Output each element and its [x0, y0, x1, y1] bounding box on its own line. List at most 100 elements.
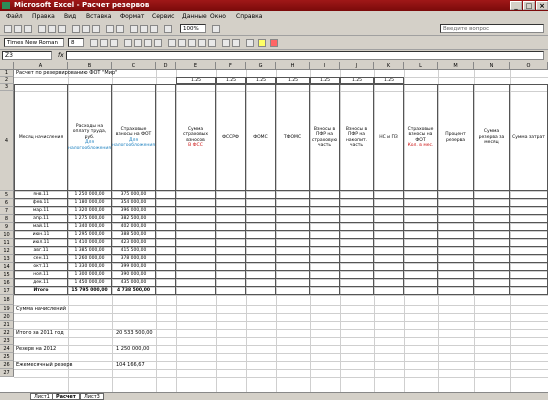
align-center-icon[interactable]: [134, 39, 142, 47]
data-cell[interactable]: [510, 255, 548, 263]
data-cell[interactable]: [246, 247, 276, 255]
menu-help[interactable]: Справка: [236, 13, 262, 20]
data-cell[interactable]: [176, 191, 216, 199]
data-cell[interactable]: [404, 247, 438, 255]
data-cell[interactable]: [340, 255, 374, 263]
column-header[interactable]: O: [510, 62, 548, 70]
percent-icon[interactable]: [178, 39, 186, 47]
data-cell[interactable]: [510, 207, 548, 215]
data-cell[interactable]: [374, 247, 404, 255]
data-cell[interactable]: [216, 215, 246, 223]
row-header[interactable]: 20: [0, 313, 14, 321]
total-cell[interactable]: [374, 287, 404, 295]
column-header[interactable]: E: [176, 62, 216, 70]
data-cell[interactable]: [474, 215, 510, 223]
increase-indent-icon[interactable]: [232, 39, 240, 47]
total-cell[interactable]: [510, 287, 548, 295]
data-cell[interactable]: [374, 231, 404, 239]
decrease-indent-icon[interactable]: [222, 39, 230, 47]
data-cell[interactable]: [310, 279, 340, 287]
row-header[interactable]: 17: [0, 287, 14, 295]
total-cell[interactable]: [216, 287, 246, 295]
data-cell[interactable]: [374, 239, 404, 247]
data-cell[interactable]: [404, 191, 438, 199]
data-cell[interactable]: [276, 207, 310, 215]
data-cell[interactable]: [310, 207, 340, 215]
data-cell[interactable]: [374, 215, 404, 223]
labor-cost-cell[interactable]: 1 330 000,00: [68, 263, 112, 271]
data-cell[interactable]: [156, 231, 176, 239]
month-cell[interactable]: янв.11: [14, 191, 68, 199]
data-cell[interactable]: [374, 199, 404, 207]
sheet-tab-active[interactable]: Расчет: [52, 393, 80, 400]
data-cell[interactable]: [246, 263, 276, 271]
data-cell[interactable]: [310, 239, 340, 247]
total-cell[interactable]: 4 738 500,00: [112, 287, 156, 295]
row-header[interactable]: 18: [0, 295, 14, 305]
total-cell[interactable]: [310, 287, 340, 295]
data-cell[interactable]: [340, 199, 374, 207]
select-all-corner[interactable]: [0, 62, 14, 70]
data-cell[interactable]: [510, 231, 548, 239]
labor-cost-cell[interactable]: 1 295 000,00: [68, 231, 112, 239]
data-cell[interactable]: [176, 255, 216, 263]
data-cell[interactable]: [310, 191, 340, 199]
row-header[interactable]: 9: [0, 223, 14, 231]
labor-cost-cell[interactable]: 1 180 000,00: [68, 199, 112, 207]
month-cell[interactable]: фев.11: [14, 199, 68, 207]
data-cell[interactable]: [474, 271, 510, 279]
column-header[interactable]: H: [276, 62, 310, 70]
data-cell[interactable]: [438, 215, 474, 223]
data-cell[interactable]: [474, 231, 510, 239]
data-cell[interactable]: [216, 279, 246, 287]
data-cell[interactable]: [438, 223, 474, 231]
data-cell[interactable]: [374, 271, 404, 279]
data-cell[interactable]: [216, 223, 246, 231]
insurance-cell[interactable]: 382 500,00: [112, 215, 156, 223]
column-header[interactable]: N: [474, 62, 510, 70]
row-header[interactable]: 7: [0, 207, 14, 215]
data-cell[interactable]: [404, 223, 438, 231]
data-cell[interactable]: [176, 207, 216, 215]
month-cell[interactable]: апр.11: [14, 215, 68, 223]
spellcheck-icon[interactable]: [58, 25, 66, 33]
row-header[interactable]: 15: [0, 271, 14, 279]
data-cell[interactable]: [310, 215, 340, 223]
data-cell[interactable]: [374, 223, 404, 231]
data-cell[interactable]: [510, 247, 548, 255]
data-cell[interactable]: [276, 255, 310, 263]
data-cell[interactable]: [216, 207, 246, 215]
formula-input[interactable]: [66, 51, 544, 60]
column-header[interactable]: C: [112, 62, 156, 70]
total-cell[interactable]: [156, 287, 176, 295]
data-cell[interactable]: [276, 247, 310, 255]
data-cell[interactable]: [156, 215, 176, 223]
insurance-cell[interactable]: 375 000,00: [112, 191, 156, 199]
data-cell[interactable]: [216, 199, 246, 207]
data-cell[interactable]: [246, 191, 276, 199]
sheet-tab-3[interactable]: Лист3: [80, 393, 104, 400]
month-cell[interactable]: июл.11: [14, 239, 68, 247]
data-cell[interactable]: [310, 199, 340, 207]
new-file-icon[interactable]: [4, 25, 12, 33]
font-size-select[interactable]: 8: [68, 38, 84, 47]
close-button[interactable]: ×: [536, 1, 548, 10]
fx-icon[interactable]: fx: [58, 52, 64, 59]
data-cell[interactable]: [404, 199, 438, 207]
data-cell[interactable]: [438, 199, 474, 207]
data-cell[interactable]: [438, 231, 474, 239]
borders-icon[interactable]: [246, 39, 254, 47]
data-cell[interactable]: [156, 239, 176, 247]
data-cell[interactable]: [276, 279, 310, 287]
data-cell[interactable]: [216, 271, 246, 279]
month-cell[interactable]: мар.11: [14, 207, 68, 215]
month-cell[interactable]: сен.11: [14, 255, 68, 263]
data-cell[interactable]: [156, 223, 176, 231]
total-cell[interactable]: [404, 287, 438, 295]
data-cell[interactable]: [404, 279, 438, 287]
menu-window[interactable]: Окно: [210, 13, 226, 20]
data-cell[interactable]: [156, 279, 176, 287]
row-header[interactable]: 13: [0, 255, 14, 263]
total-cell[interactable]: [438, 287, 474, 295]
data-cell[interactable]: [216, 231, 246, 239]
